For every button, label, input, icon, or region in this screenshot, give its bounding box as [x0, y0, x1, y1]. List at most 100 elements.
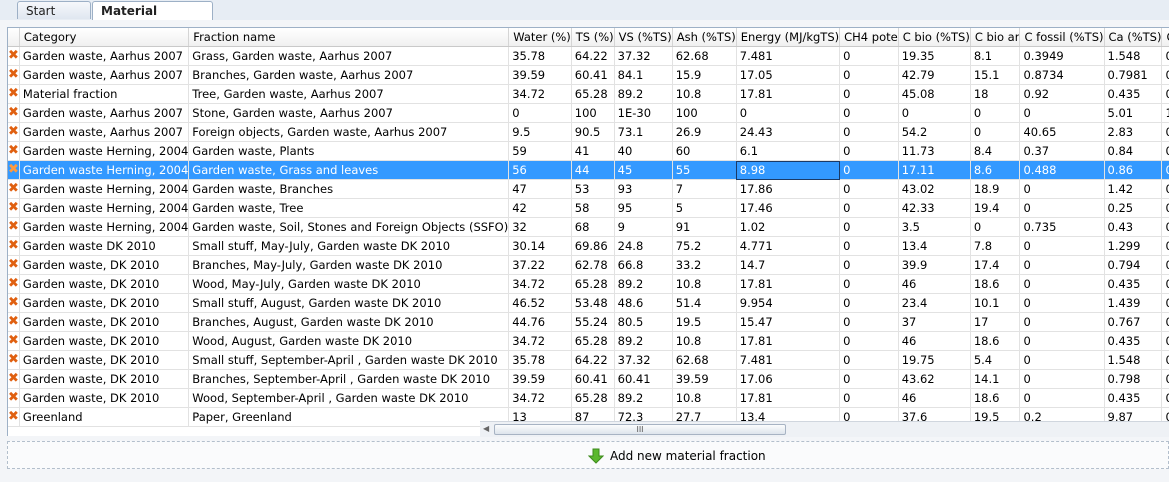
table-cell[interactable]: 0 — [839, 103, 899, 123]
table-cell[interactable]: 0.435 — [1104, 388, 1163, 408]
table-cell[interactable]: 73.1 — [614, 122, 673, 142]
table-cell[interactable]: 46 — [898, 274, 971, 294]
table-cell[interactable]: Garden waste, DK 2010 — [19, 255, 190, 275]
table-cell[interactable]: Paper, Greenland — [188, 407, 510, 427]
table-row[interactable]: ✖ Garden waste, DK 2010 Wood, May-July, Ga… — [8, 274, 1169, 294]
table-cell[interactable]: 37 — [898, 312, 971, 332]
table-cell[interactable]: 58 — [571, 198, 615, 218]
table-cell[interactable]: 62.68 — [672, 46, 737, 66]
table-cell[interactable]: Garden waste, Aarhus 2007 — [19, 103, 190, 123]
column-header[interactable]: Ash (%TS) — [672, 28, 737, 47]
table-cell[interactable]: 95 — [614, 198, 673, 218]
scrollbar-thumb[interactable]: III — [494, 424, 786, 435]
column-header[interactable]: Water (%) — [508, 28, 572, 47]
delete-row-icon[interactable]: ✖ — [8, 105, 18, 120]
table-cell[interactable]: Garden waste, Tree — [188, 198, 510, 218]
table-cell[interactable]: 0.08 — [1161, 179, 1169, 199]
table-cell[interactable]: 68 — [571, 217, 615, 237]
table-cell[interactable]: 14.7 — [736, 255, 841, 275]
table-cell[interactable]: Garden waste, DK 2010 — [19, 369, 190, 389]
table-cell[interactable]: 0.43 — [1104, 217, 1163, 237]
table-cell[interactable]: Wood, August, Garden waste DK 2010 — [188, 331, 510, 351]
table-cell[interactable]: Branches, August, Garden waste DK 2010 — [188, 312, 510, 332]
table-cell[interactable]: Garden waste, Aarhus 2007 — [19, 122, 190, 142]
table-cell[interactable]: 0.25 — [1104, 198, 1163, 218]
table-cell[interactable]: 0 — [839, 293, 899, 313]
table-cell[interactable]: Garden waste, Soil, Stones and Foreign O… — [188, 217, 510, 237]
table-cell[interactable]: 15.9 — [672, 65, 737, 85]
table-cell[interactable]: 0.22 — [1161, 122, 1169, 142]
table-cell[interactable]: 0 — [839, 65, 899, 85]
table-row[interactable]: ✖ Garden waste, DK 2010 Small stuff, Augus… — [8, 293, 1169, 313]
table-cell[interactable]: 32 — [508, 217, 572, 237]
table-cell[interactable]: Branches, May-July, Garden waste DK 2010 — [188, 255, 510, 275]
table-cell[interactable]: 37.32 — [614, 350, 673, 370]
delete-cell[interactable]: ✖ — [8, 46, 20, 66]
table-cell[interactable]: 7 — [672, 179, 737, 199]
table-cell[interactable]: 46 — [898, 388, 971, 408]
table-cell[interactable]: 45.08 — [898, 84, 971, 104]
table-cell[interactable]: 42.33 — [898, 198, 971, 218]
table-cell[interactable]: 66.8 — [614, 255, 673, 275]
table-cell[interactable]: 6.1 — [736, 141, 841, 161]
table-cell[interactable]: Garden waste, DK 2010 — [19, 388, 190, 408]
table-cell[interactable]: Branches, Garden waste, Aarhus 2007 — [188, 65, 510, 85]
table-cell[interactable]: 11.73 — [898, 141, 971, 161]
table-cell[interactable]: 19.35 — [898, 46, 971, 66]
table-cell[interactable]: 41 — [571, 141, 615, 161]
table-row[interactable]: ✖ Garden waste, DK 2010 Wood, September-Ap… — [8, 388, 1169, 408]
table-cell[interactable]: 9.954 — [736, 293, 841, 313]
table-cell[interactable]: 93 — [614, 179, 673, 199]
table-cell[interactable]: 26.9 — [672, 122, 737, 142]
table-cell[interactable]: 55 — [672, 160, 737, 180]
table-cell[interactable]: 34.72 — [508, 388, 572, 408]
table-cell[interactable]: Garden waste, DK 2010 — [19, 331, 190, 351]
delete-row-icon[interactable]: ✖ — [8, 390, 18, 405]
table-cell[interactable]: 7.8 — [970, 236, 1021, 256]
delete-row-icon[interactable]: ✖ — [8, 257, 18, 272]
column-header[interactable]: C bio ar — [970, 28, 1021, 47]
table-cell[interactable]: Greenland — [19, 407, 190, 427]
table-cell[interactable]: 89.2 — [614, 274, 673, 294]
table-cell[interactable]: 0 — [1019, 312, 1105, 332]
table-row[interactable]: ✖ Garden waste, DK 2010 Small stuff, Septe… — [8, 350, 1169, 370]
table-cell[interactable]: 0.066 — [1161, 369, 1169, 389]
delete-cell[interactable]: ✖ — [8, 369, 20, 389]
table-cell[interactable]: Garden waste Herning, 2004 — [19, 141, 190, 161]
table-cell[interactable]: 0 — [1019, 331, 1105, 351]
table-cell[interactable]: 10.8 — [672, 331, 737, 351]
table-cell[interactable]: 0 — [1019, 350, 1105, 370]
table-cell[interactable]: 90.5 — [571, 122, 615, 142]
table-cell[interactable]: 75.2 — [672, 236, 737, 256]
table-row[interactable]: ✖ Garden waste Herning, 2004 Garden waste,… — [8, 217, 1169, 237]
table-cell[interactable]: 0 — [839, 179, 899, 199]
table-cell[interactable]: 0.08628 — [1161, 46, 1169, 66]
table-row[interactable]: ✖ Garden waste, Aarhus 2007 Stone, Garden … — [8, 103, 1169, 123]
delete-cell[interactable]: ✖ — [8, 407, 20, 427]
delete-cell[interactable]: ✖ — [8, 331, 20, 351]
table-cell[interactable]: 15.1 — [970, 65, 1021, 85]
table-cell[interactable]: 8.98 — [736, 160, 841, 180]
table-cell[interactable]: 0 — [1019, 255, 1105, 275]
table-cell[interactable]: 0 — [898, 103, 971, 123]
table-cell[interactable]: 69.86 — [571, 236, 615, 256]
table-cell[interactable]: 1.548 — [1104, 46, 1163, 66]
table-cell[interactable]: 0.435 — [1104, 331, 1163, 351]
table-row[interactable]: ✖ Material fraction Tree, Garden waste, Aa… — [8, 84, 1169, 104]
delete-row-icon[interactable]: ✖ — [8, 86, 18, 101]
table-row[interactable]: ✖ Garden waste Herning, 2004 Garden waste,… — [8, 160, 1169, 180]
table-cell[interactable]: 1.42 — [1104, 179, 1163, 199]
table-cell[interactable]: 42 — [508, 198, 572, 218]
table-cell[interactable]: 45 — [614, 160, 673, 180]
column-header[interactable]: C bio (%TS) — [898, 28, 971, 47]
table-cell[interactable]: Grass, Garden waste, Aarhus 2007 — [188, 46, 510, 66]
table-cell[interactable]: 0 — [970, 122, 1021, 142]
table-cell[interactable]: 0.14 — [1161, 160, 1169, 180]
delete-cell[interactable]: ✖ — [8, 103, 20, 123]
table-cell[interactable]: Garden waste, Aarhus 2007 — [19, 65, 190, 85]
table-cell[interactable]: 60.41 — [614, 369, 673, 389]
table-cell[interactable]: 65.28 — [571, 331, 615, 351]
table-cell[interactable]: Foreign objects, Garden waste, Aarhus 20… — [188, 122, 510, 142]
delete-cell[interactable]: ✖ — [8, 312, 20, 332]
table-cell[interactable]: 0 — [839, 255, 899, 275]
